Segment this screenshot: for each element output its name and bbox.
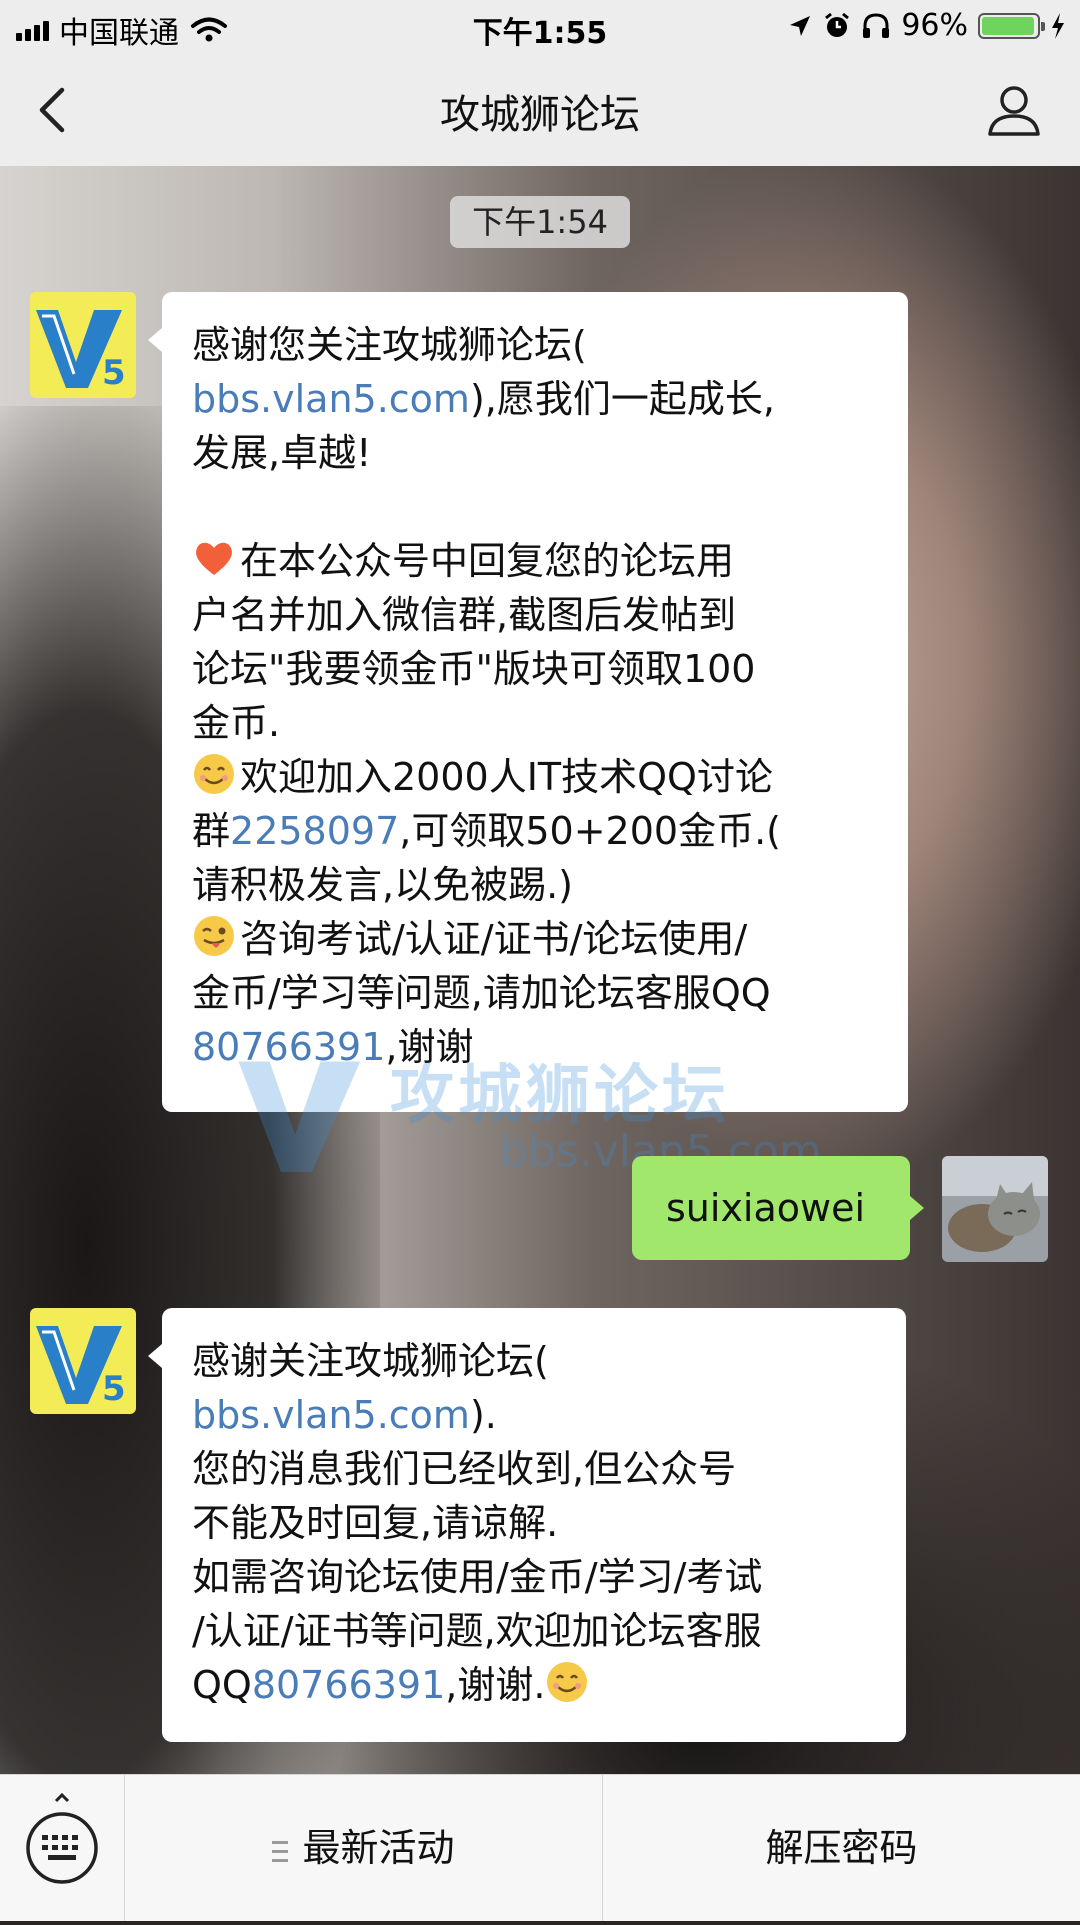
status-right: 96% — [787, 8, 1066, 43]
account-avatar[interactable]: 5 — [30, 1308, 136, 1414]
bottom-menu: 最新活动 解压密码 — [0, 1774, 1080, 1921]
forum-link[interactable]: bbs.vlan5.com — [192, 1393, 470, 1437]
svg-text:5: 5 — [102, 1369, 126, 1409]
location-arrow-icon — [790, 15, 811, 36]
user-avatar[interactable] — [942, 1156, 1048, 1262]
v5-logo-icon: 5 — [30, 292, 136, 398]
qq-service-link[interactable]: 80766391 — [252, 1663, 445, 1707]
message-line: 请积极发言,以免被踢.) — [192, 863, 573, 907]
headphones-icon — [863, 12, 890, 38]
message-line: 不能及时回复,请谅解. — [192, 1501, 559, 1545]
message-line: 在本公众号中回复您的论坛用 — [192, 534, 878, 588]
menu-label: 最新活动 — [302, 1826, 455, 1870]
submenu-icon — [272, 1841, 289, 1863]
v5-logo-icon: 5 — [30, 1308, 136, 1414]
wink-tongue-emoji-icon — [194, 916, 234, 956]
message-line: 群2258097,可领取50+200金币.( — [192, 809, 781, 853]
charging-bolt-icon — [1052, 12, 1064, 39]
battery-percent: 96% — [901, 8, 968, 43]
sent-message-text: suixiaowei — [666, 1186, 866, 1230]
message-line: 户名并加入微信群,截图后发帖到 — [192, 593, 737, 637]
message-timestamp: 下午1:54 — [450, 196, 630, 248]
qq-group-link[interactable]: 2258097 — [230, 809, 399, 853]
received-message[interactable]: 感谢关注攻城狮论坛( bbs.vlan5.com). 您的消息我们已经收到,但公… — [148, 1308, 906, 1742]
page-title: 攻城狮论坛 — [440, 92, 640, 138]
nav-bar: 攻城狮论坛 — [0, 54, 1080, 167]
battery-icon — [978, 12, 1045, 39]
message-line: 金币/学习等问题,请加论坛客服QQ — [192, 971, 771, 1015]
heart-emoji-icon — [196, 542, 232, 575]
keyboard-icon — [26, 1792, 98, 1884]
account-avatar[interactable]: 5 — [30, 292, 136, 398]
smile-emoji-icon — [194, 754, 234, 794]
message-line: 如需咨询论坛使用/金币/学习/考试 — [192, 1555, 763, 1599]
profile-button[interactable] — [984, 80, 1044, 140]
menu-latest-activities[interactable]: 最新活动 — [125, 1775, 603, 1921]
qq-service-link[interactable]: 80766391 — [192, 1025, 385, 1069]
message-line: 论坛"我要领金币"版块可领取100 — [192, 647, 756, 691]
menu-label: 解压密码 — [765, 1826, 918, 1870]
message-line: 欢迎加入2000人IT技术QQ讨论 — [192, 750, 878, 804]
chat-area[interactable]: 下午1:54 5 感谢您关注攻城狮论坛( bbs.vlan5.com),愿我们一… — [0, 166, 1080, 1774]
smile-emoji-icon — [547, 1662, 588, 1702]
keyboard-toggle-button[interactable] — [0, 1775, 125, 1921]
forum-link[interactable]: bbs.vlan5.com — [192, 377, 470, 421]
cat-photo-icon — [942, 1156, 1048, 1262]
message-line: QQ80766391,谢谢. — [192, 1658, 876, 1712]
message-line: bbs.vlan5.com). — [192, 1393, 497, 1437]
message-line: 发展,卓越! — [192, 431, 372, 475]
message-line: /认证/证书等问题,欢迎加论坛客服 — [192, 1609, 762, 1653]
received-message[interactable]: 感谢您关注攻城狮论坛( bbs.vlan5.com),愿我们一起成长, 发展,卓… — [148, 292, 908, 1112]
message-line: 感谢关注攻城狮论坛( — [192, 1339, 549, 1383]
sent-message[interactable]: suixiaowei — [632, 1156, 924, 1260]
menu-unzip-password[interactable]: 解压密码 — [603, 1775, 1080, 1921]
message-line: 80766391,谢谢 — [192, 1025, 474, 1069]
message-line: 金币. — [192, 701, 281, 745]
message-line: 咨询考试/认证/证书/论坛使用/ — [192, 912, 878, 966]
battery-fill — [982, 16, 1034, 35]
message-line: 您的消息我们已经收到,但公众号 — [192, 1447, 737, 1491]
message-line: 感谢您关注攻城狮论坛( — [192, 323, 587, 367]
status-bar: 中国联通 下午1:55 96% — [0, 0, 1080, 54]
alarm-icon — [825, 12, 850, 37]
svg-text:5: 5 — [102, 353, 126, 393]
message-line: bbs.vlan5.com),愿我们一起成长, — [192, 377, 775, 421]
